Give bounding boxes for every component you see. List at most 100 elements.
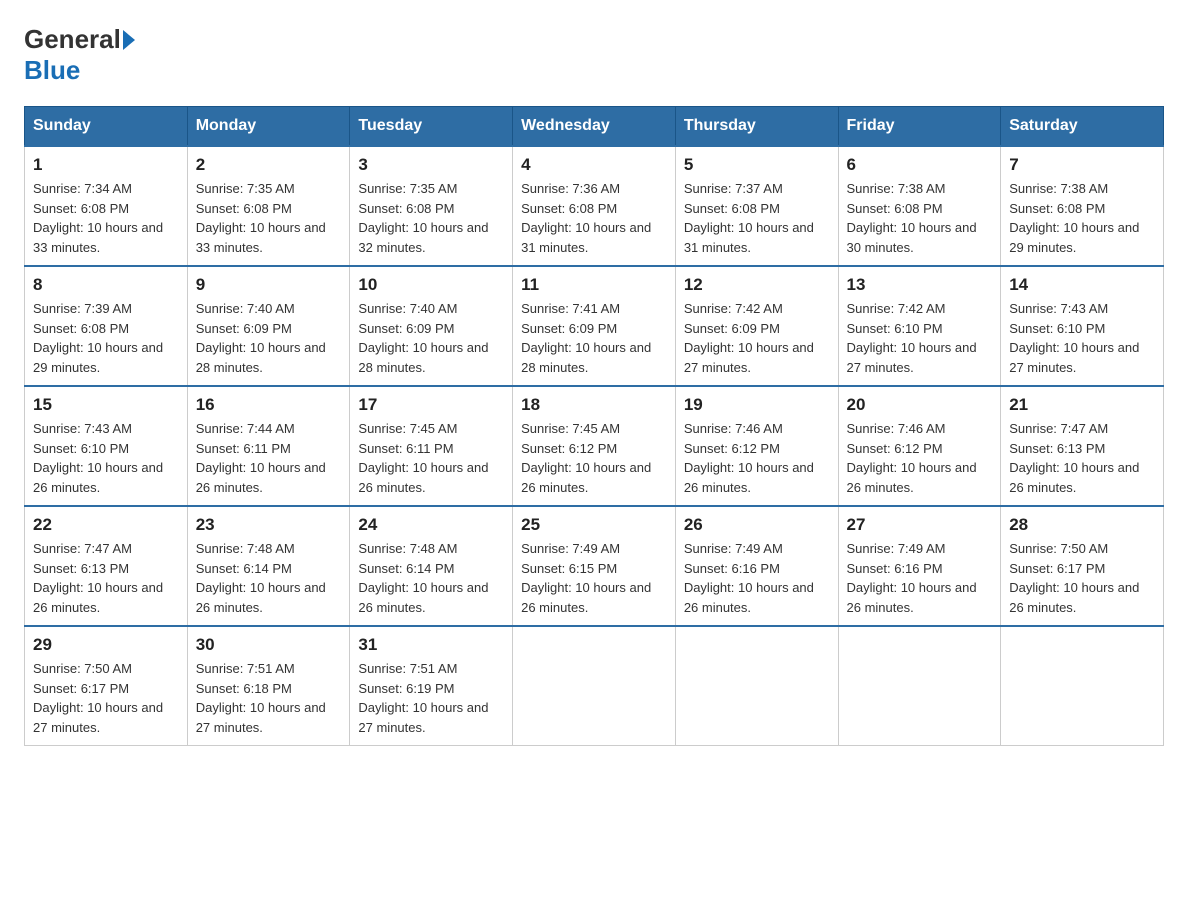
week-row-3: 15 Sunrise: 7:43 AMSunset: 6:10 PMDayligh… <box>25 386 1164 506</box>
week-row-1: 1Sunrise: 7:34 AMSunset: 6:08 PMDaylight… <box>25 146 1164 266</box>
day-number-13: 13 <box>847 275 993 295</box>
calendar-table: SundayMondayTuesdayWednesdayThursdayFrid… <box>24 106 1164 746</box>
day-info-6: Sunrise: 7:38 AMSunset: 6:08 PMDaylight:… <box>847 179 993 257</box>
day-cell-29: 29 Sunrise: 7:50 AMSunset: 6:17 PMDayligh… <box>25 626 188 746</box>
day-number-1: 1 <box>33 155 179 175</box>
day-cell-30: 30 Sunrise: 7:51 AMSunset: 6:18 PMDayligh… <box>187 626 350 746</box>
day-info-15: Sunrise: 7:43 AMSunset: 6:10 PMDaylight:… <box>33 419 179 497</box>
day-number-11: 11 <box>521 275 667 295</box>
day-cell-8: 8 Sunrise: 7:39 AMSunset: 6:08 PMDaylight… <box>25 266 188 386</box>
day-number-23: 23 <box>196 515 342 535</box>
day-info-5: Sunrise: 7:37 AMSunset: 6:08 PMDaylight:… <box>684 179 830 257</box>
day-cell-14: 14 Sunrise: 7:43 AMSunset: 6:10 PMDayligh… <box>1001 266 1164 386</box>
day-info-24: Sunrise: 7:48 AMSunset: 6:14 PMDaylight:… <box>358 539 504 617</box>
day-info-12: Sunrise: 7:42 AMSunset: 6:09 PMDaylight:… <box>684 299 830 377</box>
day-cell-5: 5 Sunrise: 7:37 AMSunset: 6:08 PMDaylight… <box>675 146 838 266</box>
day-number-24: 24 <box>358 515 504 535</box>
day-number-21: 21 <box>1009 395 1155 415</box>
day-info-7: Sunrise: 7:38 AMSunset: 6:08 PMDaylight:… <box>1009 179 1155 257</box>
logo: General Blue <box>24 24 137 86</box>
day-info-21: Sunrise: 7:47 AMSunset: 6:13 PMDaylight:… <box>1009 419 1155 497</box>
day-number-30: 30 <box>196 635 342 655</box>
day-cell-10: 10 Sunrise: 7:40 AMSunset: 6:09 PMDayligh… <box>350 266 513 386</box>
empty-cell <box>675 626 838 746</box>
day-cell-26: 26Sunrise: 7:49 AMSunset: 6:16 PMDayligh… <box>675 506 838 626</box>
day-cell-27: 27 Sunrise: 7:49 AMSunset: 6:16 PMDayligh… <box>838 506 1001 626</box>
weekday-header-friday: Friday <box>838 107 1001 147</box>
day-number-6: 6 <box>847 155 993 175</box>
day-info-22: Sunrise: 7:47 AMSunset: 6:13 PMDaylight:… <box>33 539 179 617</box>
day-number-9: 9 <box>196 275 342 295</box>
weekday-header-saturday: Saturday <box>1001 107 1164 147</box>
day-number-10: 10 <box>358 275 504 295</box>
day-info-8: Sunrise: 7:39 AMSunset: 6:08 PMDaylight:… <box>33 299 179 377</box>
day-info-29: Sunrise: 7:50 AMSunset: 6:17 PMDaylight:… <box>33 659 179 737</box>
day-info-30: Sunrise: 7:51 AMSunset: 6:18 PMDaylight:… <box>196 659 342 737</box>
day-info-18: Sunrise: 7:45 AMSunset: 6:12 PMDaylight:… <box>521 419 667 497</box>
day-info-23: Sunrise: 7:48 AMSunset: 6:14 PMDaylight:… <box>196 539 342 617</box>
day-cell-25: 25Sunrise: 7:49 AMSunset: 6:15 PMDayligh… <box>513 506 676 626</box>
day-info-13: Sunrise: 7:42 AMSunset: 6:10 PMDaylight:… <box>847 299 993 377</box>
day-number-3: 3 <box>358 155 504 175</box>
day-info-10: Sunrise: 7:40 AMSunset: 6:09 PMDaylight:… <box>358 299 504 377</box>
day-info-25: Sunrise: 7:49 AMSunset: 6:15 PMDaylight:… <box>521 539 667 617</box>
day-number-15: 15 <box>33 395 179 415</box>
day-number-7: 7 <box>1009 155 1155 175</box>
weekday-header-sunday: Sunday <box>25 107 188 147</box>
day-info-28: Sunrise: 7:50 AMSunset: 6:17 PMDaylight:… <box>1009 539 1155 617</box>
day-number-4: 4 <box>521 155 667 175</box>
day-number-27: 27 <box>847 515 993 535</box>
day-cell-4: 4 Sunrise: 7:36 AMSunset: 6:08 PMDaylight… <box>513 146 676 266</box>
day-cell-16: 16 Sunrise: 7:44 AMSunset: 6:11 PMDayligh… <box>187 386 350 506</box>
day-cell-31: 31 Sunrise: 7:51 AMSunset: 6:19 PMDayligh… <box>350 626 513 746</box>
weekday-header-monday: Monday <box>187 107 350 147</box>
day-cell-1: 1Sunrise: 7:34 AMSunset: 6:08 PMDaylight… <box>25 146 188 266</box>
day-info-27: Sunrise: 7:49 AMSunset: 6:16 PMDaylight:… <box>847 539 993 617</box>
day-number-18: 18 <box>521 395 667 415</box>
day-number-20: 20 <box>847 395 993 415</box>
day-number-5: 5 <box>684 155 830 175</box>
day-cell-2: 2Sunrise: 7:35 AMSunset: 6:08 PMDaylight… <box>187 146 350 266</box>
day-info-16: Sunrise: 7:44 AMSunset: 6:11 PMDaylight:… <box>196 419 342 497</box>
weekday-header-thursday: Thursday <box>675 107 838 147</box>
day-cell-22: 22Sunrise: 7:47 AMSunset: 6:13 PMDayligh… <box>25 506 188 626</box>
day-number-12: 12 <box>684 275 830 295</box>
empty-cell <box>1001 626 1164 746</box>
week-row-2: 8 Sunrise: 7:39 AMSunset: 6:08 PMDaylight… <box>25 266 1164 386</box>
empty-cell <box>838 626 1001 746</box>
day-cell-20: 20Sunrise: 7:46 AMSunset: 6:12 PMDayligh… <box>838 386 1001 506</box>
day-number-8: 8 <box>33 275 179 295</box>
day-cell-11: 11 Sunrise: 7:41 AMSunset: 6:09 PMDayligh… <box>513 266 676 386</box>
day-cell-12: 12 Sunrise: 7:42 AMSunset: 6:09 PMDayligh… <box>675 266 838 386</box>
day-number-14: 14 <box>1009 275 1155 295</box>
day-cell-23: 23 Sunrise: 7:48 AMSunset: 6:14 PMDayligh… <box>187 506 350 626</box>
day-info-17: Sunrise: 7:45 AMSunset: 6:11 PMDaylight:… <box>358 419 504 497</box>
week-row-4: 22Sunrise: 7:47 AMSunset: 6:13 PMDayligh… <box>25 506 1164 626</box>
day-cell-18: 18 Sunrise: 7:45 AMSunset: 6:12 PMDayligh… <box>513 386 676 506</box>
week-row-5: 29 Sunrise: 7:50 AMSunset: 6:17 PMDayligh… <box>25 626 1164 746</box>
logo-blue-text: Blue <box>24 55 80 85</box>
weekday-header-row: SundayMondayTuesdayWednesdayThursdayFrid… <box>25 107 1164 147</box>
day-number-16: 16 <box>196 395 342 415</box>
day-cell-28: 28 Sunrise: 7:50 AMSunset: 6:17 PMDayligh… <box>1001 506 1164 626</box>
day-info-4: Sunrise: 7:36 AMSunset: 6:08 PMDaylight:… <box>521 179 667 257</box>
day-info-11: Sunrise: 7:41 AMSunset: 6:09 PMDaylight:… <box>521 299 667 377</box>
empty-cell <box>513 626 676 746</box>
day-cell-19: 19 Sunrise: 7:46 AMSunset: 6:12 PMDayligh… <box>675 386 838 506</box>
day-info-19: Sunrise: 7:46 AMSunset: 6:12 PMDaylight:… <box>684 419 830 497</box>
day-info-31: Sunrise: 7:51 AMSunset: 6:19 PMDaylight:… <box>358 659 504 737</box>
day-cell-7: 7 Sunrise: 7:38 AMSunset: 6:08 PMDaylight… <box>1001 146 1164 266</box>
day-cell-24: 24 Sunrise: 7:48 AMSunset: 6:14 PMDayligh… <box>350 506 513 626</box>
day-number-29: 29 <box>33 635 179 655</box>
day-info-3: Sunrise: 7:35 AMSunset: 6:08 PMDaylight:… <box>358 179 504 257</box>
logo-arrow-icon <box>123 30 135 50</box>
day-number-19: 19 <box>684 395 830 415</box>
day-cell-17: 17Sunrise: 7:45 AMSunset: 6:11 PMDayligh… <box>350 386 513 506</box>
day-cell-15: 15 Sunrise: 7:43 AMSunset: 6:10 PMDayligh… <box>25 386 188 506</box>
day-number-2: 2 <box>196 155 342 175</box>
weekday-header-wednesday: Wednesday <box>513 107 676 147</box>
weekday-header-tuesday: Tuesday <box>350 107 513 147</box>
day-number-31: 31 <box>358 635 504 655</box>
day-info-14: Sunrise: 7:43 AMSunset: 6:10 PMDaylight:… <box>1009 299 1155 377</box>
day-number-28: 28 <box>1009 515 1155 535</box>
